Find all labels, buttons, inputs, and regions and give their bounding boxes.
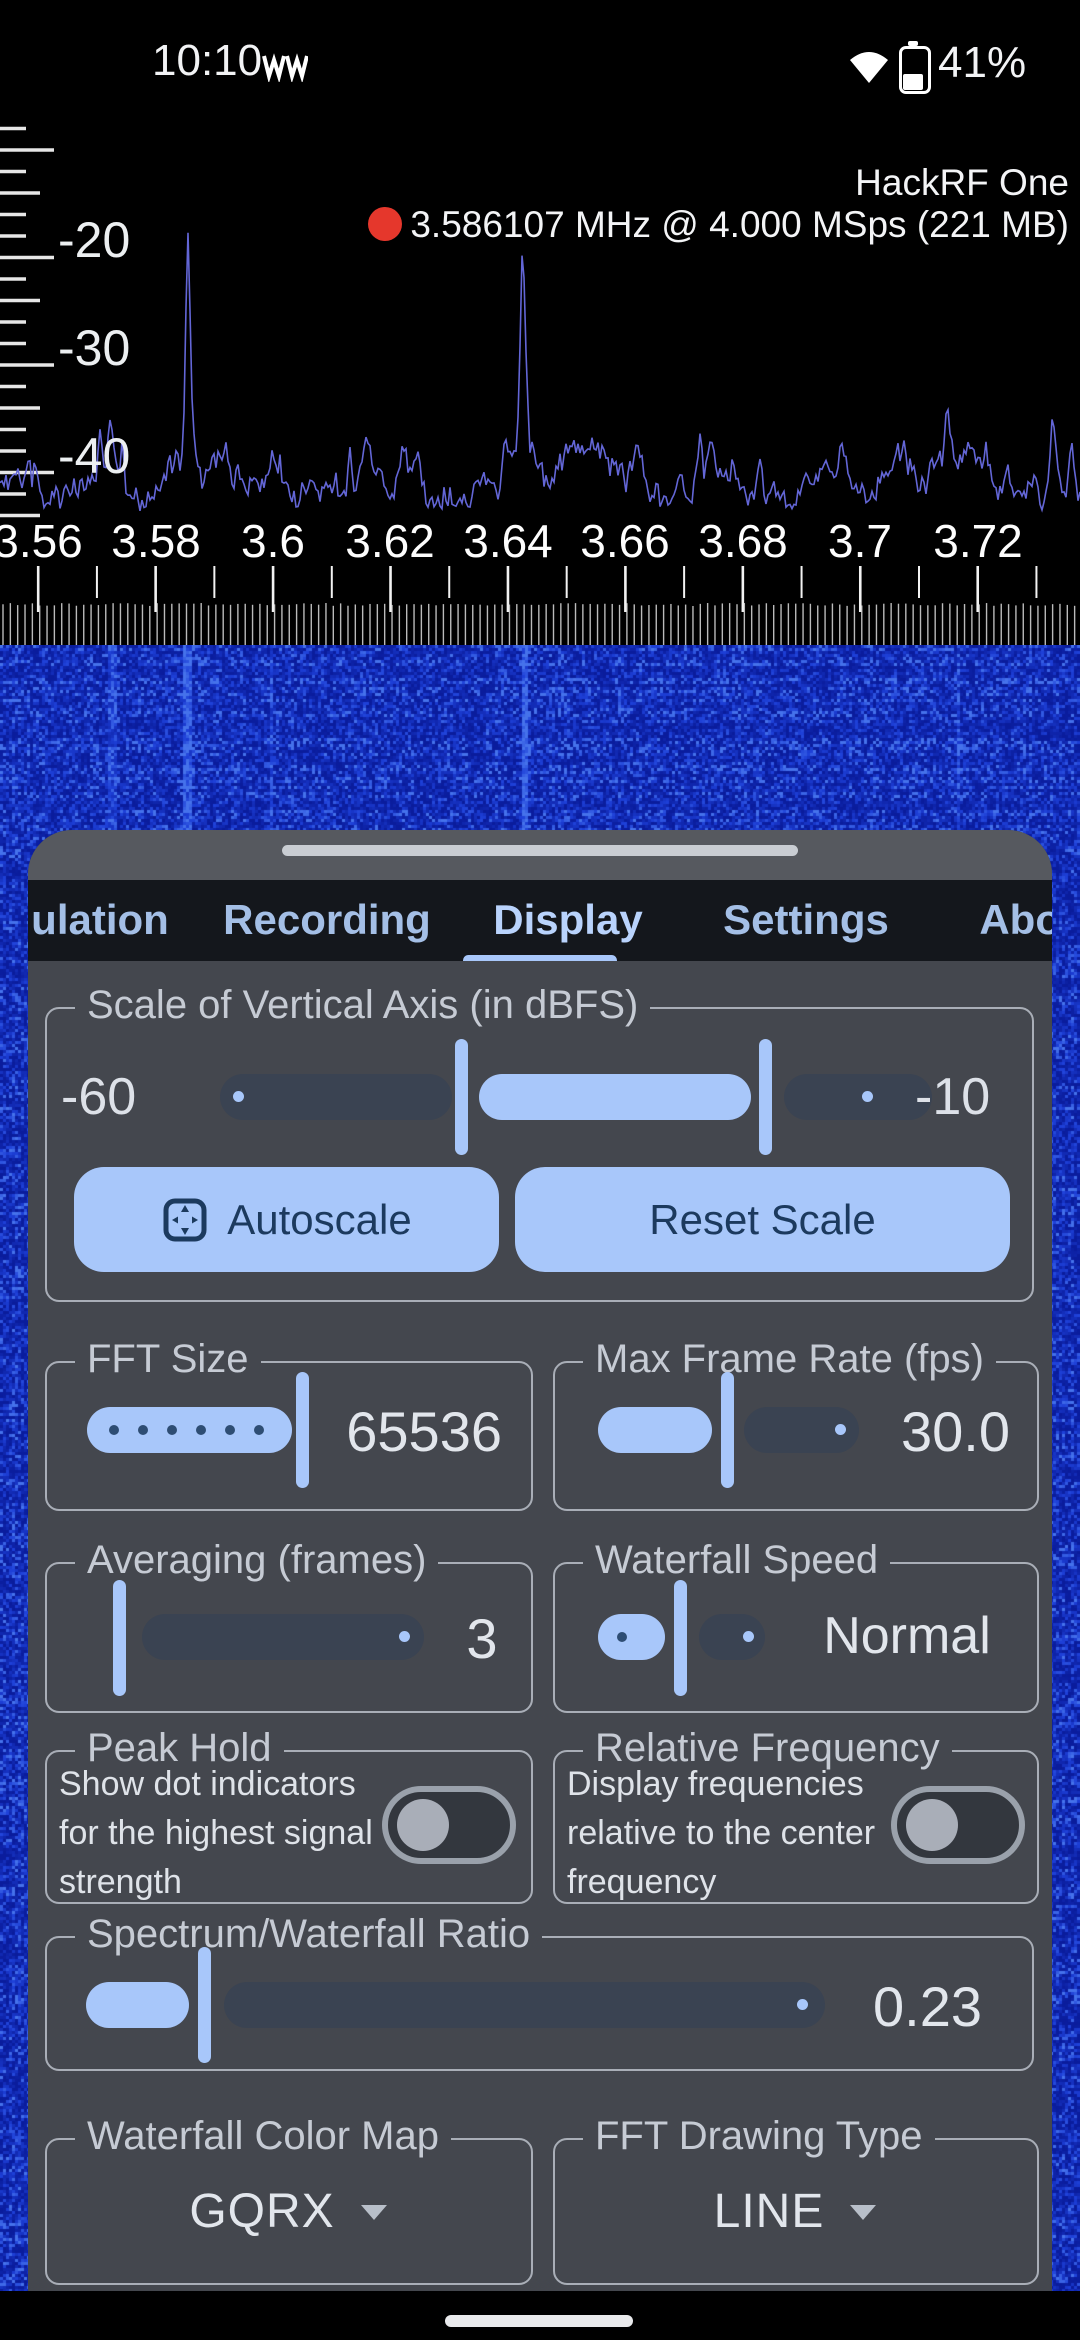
- averaging-title: Averaging (frames): [75, 1538, 438, 1583]
- vertical-scale-title: Scale of Vertical Axis (in dBFS): [75, 983, 650, 1028]
- reset-scale-button[interactable]: Reset Scale: [515, 1167, 1010, 1272]
- averaging-value: 3: [452, 1606, 512, 1671]
- reset-scale-label: Reset Scale: [649, 1196, 875, 1244]
- tab-settings[interactable]: Settings: [723, 896, 889, 944]
- capture-info: 3.586107 MHz @ 4.000 MSps (221 MB): [410, 204, 1069, 245]
- scale-range-handle-low[interactable]: [455, 1039, 468, 1155]
- fft-size-group: FFT Size 65536: [45, 1361, 533, 1511]
- sheet-drag-handle[interactable]: [282, 845, 798, 856]
- device-label: HackRF One: [855, 162, 1069, 204]
- waterfall-speed-group: Waterfall Speed Normal: [553, 1562, 1039, 1713]
- relative-frequency-description: Display frequencies relative to the cent…: [567, 1760, 887, 1907]
- autoscale-label: Autoscale: [227, 1196, 411, 1244]
- display-settings-panel: Scale of Vertical Axis (in dBFS) -60 -10: [28, 961, 1052, 2291]
- freq-axis-label: 3.6: [241, 514, 305, 568]
- waterfall-speed-track-active[interactable]: [598, 1614, 665, 1660]
- drawing-type-value: LINE: [714, 2184, 825, 2239]
- ratio-handle[interactable]: [198, 1947, 211, 2063]
- freq-axis-label: 3.62: [345, 514, 435, 568]
- color-map-dropdown[interactable]: GQRX: [47, 2140, 531, 2283]
- relative-frequency-toggle-thumb: [906, 1799, 958, 1851]
- capture-info-line: 3.586107 MHz @ 4.000 MSps (221 MB): [368, 204, 1069, 246]
- fft-size-value: 65536: [302, 1399, 502, 1464]
- waterfall-speed-title: Waterfall Speed: [583, 1538, 890, 1583]
- peak-hold-description: Show dot indicators for the highest sign…: [59, 1760, 379, 1907]
- ratio-title: Spectrum/Waterfall Ratio: [75, 1912, 542, 1957]
- freq-axis-label: 3.68: [698, 514, 788, 568]
- ratio-track[interactable]: [224, 1982, 825, 2028]
- tab-about[interactable]: About: [979, 896, 1052, 944]
- waterfall-speed-stop-dot: [743, 1631, 754, 1642]
- averaging-track[interactable]: [142, 1614, 424, 1660]
- scale-range-stop-dot: [862, 1091, 873, 1102]
- fft-size-tick: [196, 1425, 206, 1435]
- db-axis-label: -40: [58, 428, 130, 484]
- freq-axis-label: 3.7: [828, 514, 892, 568]
- scale-range-track-right[interactable]: [784, 1074, 932, 1120]
- ratio-value: 0.23: [807, 1974, 982, 2039]
- peak-hold-toggle[interactable]: [382, 1786, 516, 1864]
- recording-dot-icon: [368, 207, 402, 241]
- fft-size-tick: [167, 1425, 177, 1435]
- frame-rate-group: Max Frame Rate (fps) 30.0: [553, 1361, 1039, 1511]
- freq-axis-label: 3.56: [0, 514, 83, 568]
- vertical-scale-group: Scale of Vertical Axis (in dBFS) -60 -10: [45, 1007, 1034, 1302]
- tab-recording[interactable]: Recording: [223, 896, 431, 944]
- waterfall-speed-handle[interactable]: [674, 1580, 687, 1696]
- peak-hold-toggle-thumb: [397, 1799, 449, 1851]
- fft-size-tick: [138, 1425, 148, 1435]
- waterfall-speed-track[interactable]: [699, 1614, 765, 1660]
- sheet-grab-area[interactable]: [28, 830, 1052, 880]
- freq-axis-label: 3.72: [933, 514, 1023, 568]
- ratio-group: Spectrum/Waterfall Ratio 0.23: [45, 1936, 1034, 2071]
- chevron-down-icon: [848, 2201, 878, 2223]
- settings-bottom-sheet: ulation Recording Display Settings About…: [28, 830, 1052, 2291]
- fft-size-tick: [109, 1425, 119, 1435]
- scale-min-value: -60: [61, 1067, 136, 1127]
- autoscale-icon: [161, 1196, 209, 1244]
- fft-size-title: FFT Size: [75, 1337, 261, 1382]
- relative-frequency-group: Relative Frequency Display frequencies r…: [553, 1750, 1039, 1904]
- scale-max-value: -10: [915, 1067, 990, 1127]
- frame-rate-handle[interactable]: [721, 1372, 734, 1488]
- freq-axis-label: 3.64: [463, 514, 553, 568]
- scale-range-stop-dot: [233, 1091, 244, 1102]
- freq-axis-label: 3.58: [111, 514, 201, 568]
- relative-frequency-toggle[interactable]: [891, 1786, 1025, 1864]
- fft-size-tick: [254, 1425, 264, 1435]
- scale-range-handle-high[interactable]: [759, 1039, 772, 1155]
- frame-rate-value: 30.0: [805, 1399, 1010, 1464]
- averaging-stop-dot: [399, 1631, 410, 1642]
- frame-rate-track-active[interactable]: [598, 1407, 712, 1453]
- frame-rate-title: Max Frame Rate (fps): [583, 1337, 996, 1382]
- scale-range-track-active[interactable]: [479, 1074, 751, 1120]
- peak-hold-group: Peak Hold Show dot indicators for the hi…: [45, 1750, 533, 1904]
- scale-range-track-left[interactable]: [220, 1074, 452, 1120]
- db-axis-label: -20: [58, 212, 130, 268]
- freq-axis-label: 3.66: [580, 514, 670, 568]
- db-axis-label: -30: [58, 320, 130, 376]
- drawing-type-group: FFT Drawing Type LINE: [553, 2138, 1039, 2285]
- averaging-handle[interactable]: [113, 1580, 126, 1696]
- color-map-value: GQRX: [189, 2184, 334, 2239]
- autoscale-button[interactable]: Autoscale: [74, 1167, 499, 1272]
- ratio-track-active[interactable]: [86, 1982, 189, 2028]
- color-map-group: Waterfall Color Map GQRX: [45, 2138, 533, 2285]
- waterfall-speed-tick: [617, 1632, 627, 1642]
- drawing-type-dropdown[interactable]: LINE: [555, 2140, 1037, 2283]
- tab-bar: ulation Recording Display Settings About: [28, 880, 1052, 961]
- fft-size-tick: [225, 1425, 235, 1435]
- tab-display[interactable]: Display: [493, 896, 642, 944]
- averaging-group: Averaging (frames) 3: [45, 1562, 533, 1713]
- sdr-app-screen: 10:10 41% HackRF One 3.586107 MHz @ 4.00…: [0, 0, 1080, 2340]
- gesture-handle[interactable]: [445, 2315, 633, 2327]
- waterfall-speed-value: Normal: [807, 1606, 1007, 1666]
- chevron-down-icon: [359, 2201, 389, 2223]
- tab-modulation[interactable]: ulation: [31, 896, 169, 944]
